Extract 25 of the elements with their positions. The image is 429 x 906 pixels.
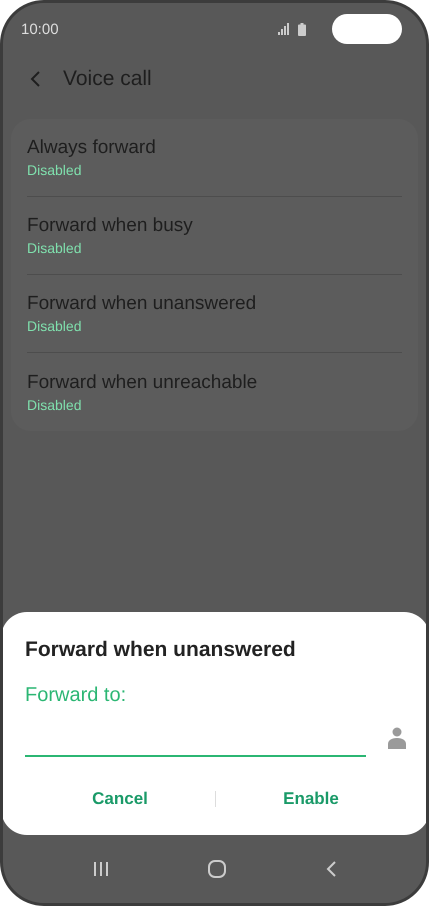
option-title: Forward when unanswered <box>27 293 258 315</box>
option-row[interactable]: Always forward Disabled <box>27 119 402 197</box>
option-title: Always forward <box>27 137 157 159</box>
option-status: Disabled <box>27 240 82 256</box>
screen-title: Voice call <box>63 67 152 91</box>
recent-apps-icon[interactable] <box>92 861 108 877</box>
field-label: Forward to: <box>25 684 128 707</box>
status-time: 10:00 <box>21 20 59 38</box>
option-title: Forward when unreachable <box>27 372 258 394</box>
battery-icon <box>298 22 306 36</box>
option-row[interactable]: Forward when unreachable Disabled <box>27 353 402 431</box>
option-row[interactable]: Forward when busy Disabled <box>27 197 402 275</box>
option-title: Forward when busy <box>27 215 194 237</box>
option-status: Disabled <box>27 162 82 178</box>
dialog-button[interactable]: Cancel <box>25 779 215 819</box>
option-status: Disabled <box>27 318 82 334</box>
camera-cutout <box>332 14 402 44</box>
signal-icon <box>278 23 290 35</box>
option-row[interactable]: Forward when unanswered Disabled <box>27 275 402 353</box>
option-status: Disabled <box>27 396 82 412</box>
back-icon[interactable] <box>29 70 41 88</box>
dialog-button[interactable]: Enable <box>216 779 406 819</box>
contact-icon[interactable] <box>388 727 406 749</box>
home-icon[interactable] <box>208 860 226 878</box>
dialog-title: Forward when unanswered <box>25 638 297 662</box>
